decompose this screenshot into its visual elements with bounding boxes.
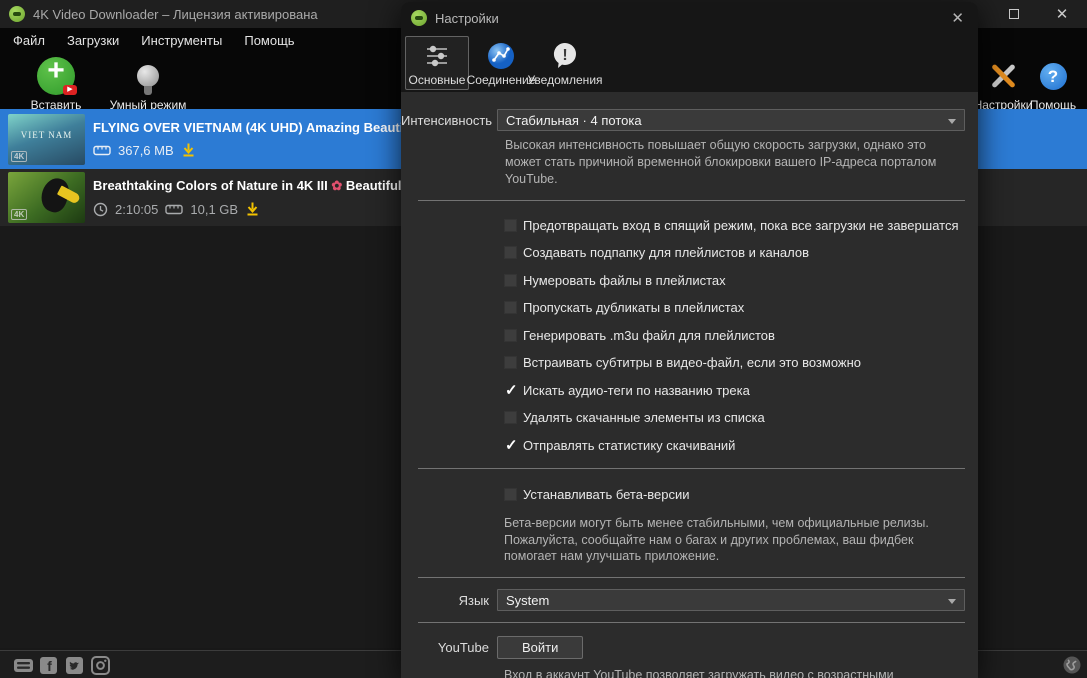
checkbox-row-9[interactable]: Отправлять статистику скачиваний	[504, 432, 978, 460]
sliders-icon	[423, 40, 451, 72]
network-globe-icon	[486, 40, 516, 72]
checkbox-row-4[interactable]: Пропускать дубликаты в плейлистах	[504, 294, 978, 322]
checkbox-checked[interactable]	[504, 436, 518, 454]
youtube-icon[interactable]	[13, 656, 33, 675]
video-thumbnail-1: VIET NAM 4K	[8, 113, 85, 165]
video-duration-2: 2:10:05	[115, 201, 159, 217]
tab-основные[interactable]: Основные	[405, 36, 469, 90]
size-icon	[165, 204, 184, 215]
checkbox-label: Предотвращать вход в спящий режим, пока …	[523, 217, 959, 233]
dialog-tabbar: Основные Соединение! Уведомления	[401, 34, 978, 92]
checkbox-row-8[interactable]: Удалять скачанные элементы из списка	[504, 404, 978, 432]
menu-item-3[interactable]: Инструменты	[132, 30, 231, 51]
checkbox-label: Удалять скачанные элементы из списка	[523, 410, 765, 426]
checkbox[interactable]	[504, 273, 517, 287]
dialog-content: Интенсивность Стабильная · 4 потока Высо…	[401, 92, 978, 678]
tab-label: Соединение	[466, 73, 536, 87]
tab-соединение[interactable]: Соединение	[466, 36, 536, 90]
dialog-titlebar: Настройки ✕	[401, 2, 978, 34]
svg-text:f: f	[47, 658, 52, 674]
checkbox-row-2[interactable]: Создавать подпапку для плейлистов и кана…	[504, 239, 978, 267]
menu-item-2[interactable]: Загрузки	[58, 30, 128, 51]
video-size-2: 10,1 GB	[190, 201, 239, 217]
question-icon: ?	[1007, 56, 1087, 96]
checkbox-label: Пропускать дубликаты в плейлистах	[523, 300, 745, 316]
dialog-close-icon[interactable]: ✕	[951, 9, 964, 27]
checkbox-row-3[interactable]: Нумеровать файлы в плейлистах	[504, 267, 978, 295]
language-dropdown[interactable]: System	[497, 589, 965, 612]
intensity-dropdown[interactable]: Стабильная · 4 потока	[497, 109, 965, 131]
checkbox-label: Нумеровать файлы в плейлистах	[523, 272, 726, 288]
divider	[418, 622, 965, 624]
chevron-down-icon	[948, 599, 956, 605]
checkbox-label: Создавать подпапку для плейлистов и кана…	[523, 245, 810, 261]
menu-item-4[interactable]: Помощь	[235, 30, 303, 51]
beta-label: Устанавливать бета-версии	[523, 487, 690, 503]
checkbox[interactable]	[504, 301, 517, 315]
checkbox[interactable]	[504, 356, 517, 370]
checkbox-row-7[interactable]: Искать аудио-теги по названию трека	[504, 377, 978, 405]
sign-in-button[interactable]: Войти	[497, 636, 584, 660]
video-title-2: Breathtaking Colors of Nature in 4K III …	[93, 178, 427, 193]
globe-icon[interactable]	[1062, 655, 1082, 678]
checkbox[interactable]	[504, 328, 517, 342]
app-icon	[9, 6, 25, 22]
divider	[418, 199, 965, 201]
tab-label: Уведомления	[527, 73, 603, 87]
checkbox-label: Отправлять статистику скачиваний	[523, 437, 736, 453]
video-size-1: 367,6 MB	[118, 142, 174, 158]
youtube-hint: Вход в аккаунт YouTube позволяет загружа…	[504, 668, 894, 678]
download-arrow-icon[interactable]	[245, 201, 260, 217]
svg-text:!: !	[562, 47, 567, 64]
instagram-icon[interactable]	[91, 656, 110, 675]
checkbox[interactable]	[504, 218, 517, 232]
checkbox-label: Встраивать субтитры в видео-файл, если э…	[523, 355, 862, 371]
paste-link-icon: ▶	[10, 54, 102, 96]
divider	[418, 468, 965, 470]
dialog-title: Настройки	[435, 10, 499, 26]
checkbox-label: Искать аудио-теги по названию трека	[523, 382, 750, 398]
social-links: f	[13, 656, 110, 675]
download-arrow-icon[interactable]	[181, 142, 196, 158]
beta-checkbox-row[interactable]: Устанавливать бета-версии	[504, 481, 978, 509]
smart-mode-button[interactable]: Умный режим	[102, 56, 194, 112]
checkbox[interactable]	[504, 488, 517, 502]
dialog-app-icon	[411, 10, 427, 26]
close-button[interactable]: ✕	[1052, 4, 1072, 24]
settings-dialog: Настройки ✕ Основные Соединение! Уведомлен…	[401, 2, 978, 678]
tab-label: Основные	[408, 73, 466, 87]
intensity-hint: Высокая интенсивность повышает общую ско…	[505, 138, 937, 186]
checkbox-label: Генерировать .m3u файл для плейлистов	[523, 327, 775, 343]
checkbox-row-5[interactable]: Генерировать .m3u файл для плейлистов	[504, 322, 978, 350]
intensity-label: Интенсивность	[401, 112, 493, 128]
checkbox[interactable]	[504, 411, 517, 425]
checkbox-row-1[interactable]: Предотвращать вход в спящий режим, пока …	[504, 212, 978, 240]
checkbox-checked[interactable]	[504, 381, 518, 399]
checkbox[interactable]	[504, 246, 517, 260]
language-label: Язык	[458, 592, 489, 608]
menu-item-1[interactable]: Файл	[4, 30, 54, 51]
youtube-badge-icon: ▶	[63, 85, 77, 95]
screen: 4K Video Downloader – Лицензия активиров…	[0, 0, 1087, 678]
tab-уведомления[interactable]: ! Уведомления	[527, 36, 603, 90]
clock-icon	[93, 202, 108, 217]
flower-emoji: ✿	[331, 178, 343, 193]
general-checkboxes: Предотвращать вход в спящий режим, пока …	[504, 212, 978, 460]
twitter-icon[interactable]	[65, 656, 84, 675]
size-icon	[93, 145, 111, 156]
main-window-title: 4K Video Downloader – Лицензия активиров…	[33, 6, 318, 22]
video-thumbnail-2: 4K	[8, 172, 85, 223]
video-title-1: FLYING OVER VIETNAM (4K UHD) Amazing Bea…	[93, 120, 440, 135]
facebook-icon[interactable]: f	[39, 656, 58, 675]
lightbulb-icon	[102, 56, 194, 96]
help-button[interactable]: ? Помощь	[1007, 56, 1087, 112]
notification-bubble-icon: !	[551, 40, 579, 72]
chevron-down-icon	[948, 119, 956, 124]
youtube-label: YouTube	[437, 640, 489, 656]
checkbox-row-6[interactable]: Встраивать субтитры в видео-файл, если э…	[504, 349, 978, 377]
divider	[418, 577, 965, 579]
maximize-button[interactable]	[1004, 4, 1024, 24]
beta-hint: Бета-версии могут быть менее стабильными…	[504, 515, 929, 564]
